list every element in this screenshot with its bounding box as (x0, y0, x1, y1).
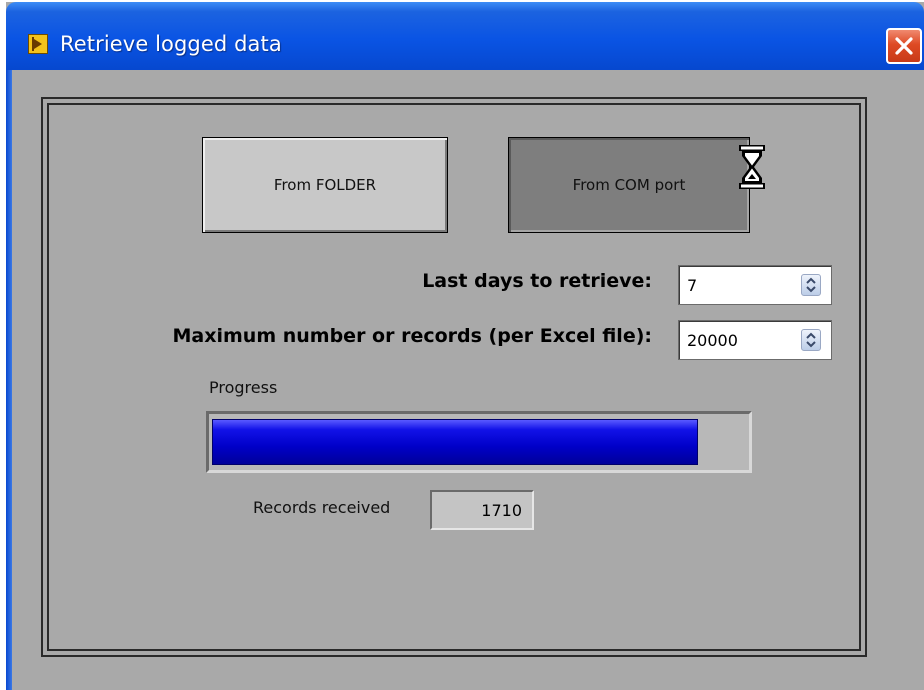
hourglass-icon (739, 145, 765, 189)
window-title: Retrieve logged data (60, 32, 282, 56)
max-records-spinner[interactable] (801, 329, 821, 351)
title-bar[interactable]: Retrieve logged data (6, 2, 924, 70)
max-records-label: Maximum number or records (per Excel fil… (172, 325, 653, 347)
close-button[interactable] (886, 28, 922, 64)
close-x-icon (895, 37, 913, 55)
last-days-label: Last days to retrieve: (422, 270, 652, 292)
last-days-spinner[interactable] (801, 274, 821, 296)
from-com-port-label: From COM port (572, 176, 686, 194)
labview-vi-icon[interactable] (28, 34, 48, 54)
progress-bar (206, 411, 752, 473)
spinner-updown-icon (806, 332, 816, 348)
window-border-left (6, 70, 12, 690)
records-received-value: 1710 (481, 501, 522, 520)
last-days-value: 7 (687, 276, 698, 295)
last-days-input[interactable]: 7 (678, 265, 832, 305)
records-received-label: Records received (253, 498, 391, 517)
from-folder-label: From FOLDER (273, 176, 377, 194)
max-records-value: 20000 (687, 331, 738, 350)
from-com-port-button[interactable]: From COM port (508, 137, 750, 233)
progress-bar-fill (212, 419, 698, 465)
spinner-updown-icon (806, 277, 816, 293)
records-received-indicator: 1710 (430, 490, 534, 530)
max-records-input[interactable]: 20000 (678, 320, 832, 360)
from-folder-button[interactable]: From FOLDER (202, 137, 448, 233)
progress-label: Progress (209, 378, 278, 397)
